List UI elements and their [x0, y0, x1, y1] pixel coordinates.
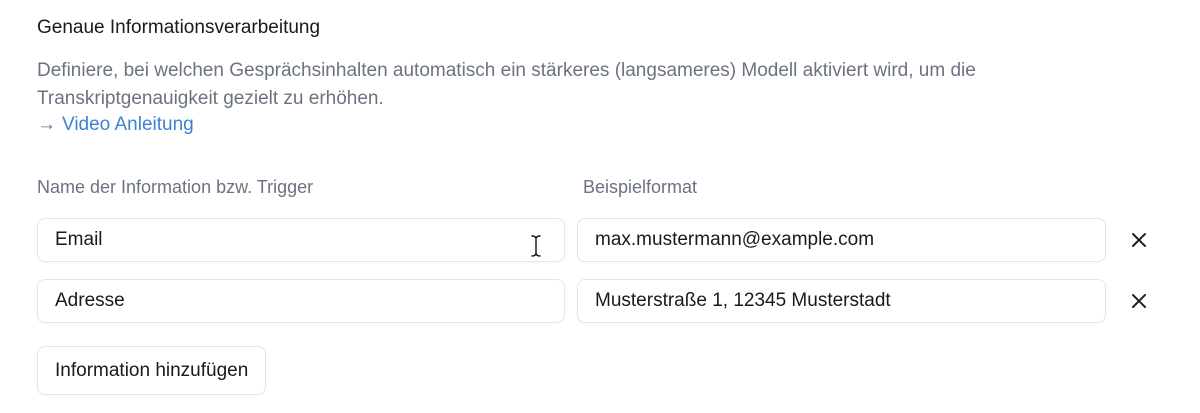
information-name-input[interactable]: Email	[37, 218, 565, 262]
information-name-value: Adresse	[55, 290, 125, 311]
example-format-value: Musterstraße 1, 12345 Musterstadt	[595, 290, 891, 311]
video-tutorial-link-label[interactable]: Video Anleitung	[62, 112, 194, 138]
column-header-format: Beispielformat	[583, 177, 698, 197]
example-format-value: max.mustermann@example.com	[595, 229, 875, 250]
precise-information-section: Genaue Informationsverarbeitung Definier…	[0, 0, 1200, 413]
section-description: Definiere, bei welchen Gesprächsinhalten…	[37, 60, 976, 109]
example-format-input[interactable]: Musterstraße 1, 12345 Musterstadt	[577, 279, 1106, 323]
video-tutorial-link[interactable]: → Video Anleitung	[37, 112, 194, 138]
remove-row-button[interactable]	[1128, 290, 1150, 312]
arrow-right-icon: →	[37, 114, 56, 135]
add-information-button[interactable]: Information hinzufügen	[37, 346, 267, 395]
text-cursor-icon	[530, 234, 542, 258]
example-format-input[interactable]: max.mustermann@example.com	[577, 218, 1106, 262]
close-icon	[1132, 233, 1146, 247]
information-name-value: Email	[55, 229, 103, 250]
close-icon	[1132, 294, 1146, 308]
column-header-name: Name der Information bzw. Trigger	[37, 177, 314, 197]
information-name-input[interactable]: Adresse	[37, 279, 565, 323]
section-title: Genaue Informationsverarbeitung	[37, 17, 321, 38]
remove-row-button[interactable]	[1128, 229, 1150, 251]
